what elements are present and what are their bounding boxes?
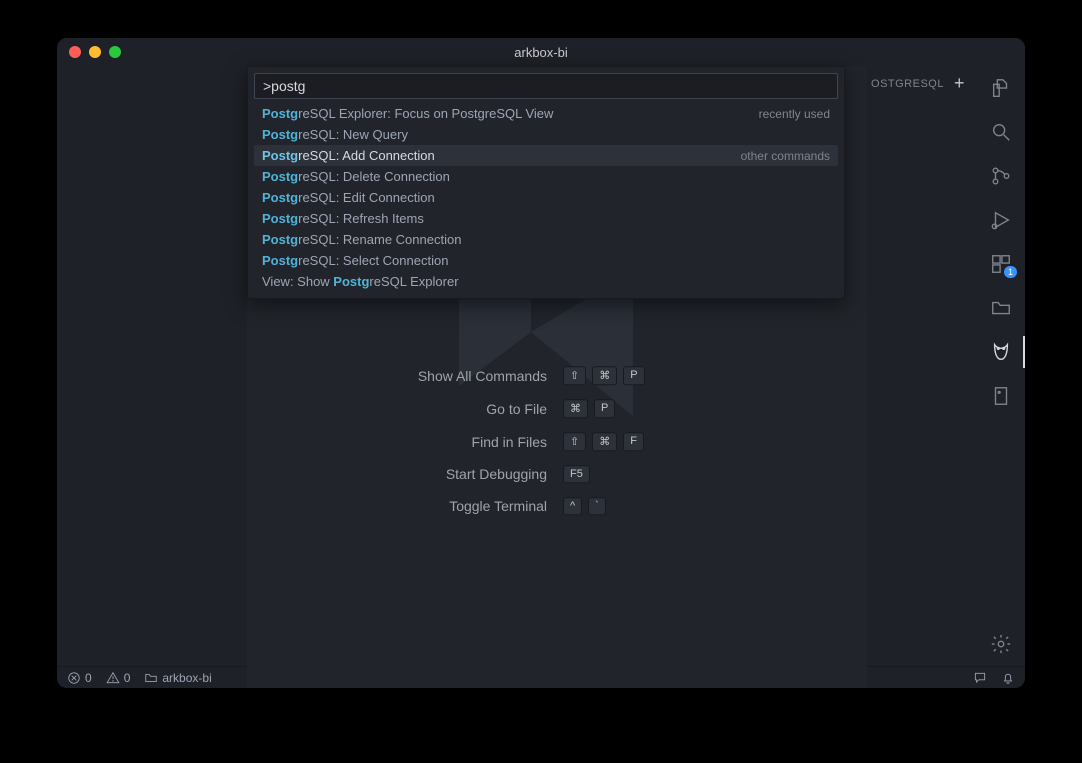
command-hint: other commands xyxy=(741,149,830,163)
status-errors[interactable]: 0 xyxy=(67,671,92,685)
shortcut-row: Show All Commands ⇧ ⌘ P xyxy=(347,366,767,385)
key: F5 xyxy=(563,465,590,483)
command-label: PostgreSQL Explorer: Focus on PostgreSQL… xyxy=(262,106,553,121)
welcome-shortcuts: Show All Commands ⇧ ⌘ P Go to File ⌘ P F xyxy=(247,366,867,515)
command-label: PostgreSQL: Rename Connection xyxy=(262,232,461,247)
source-control-icon[interactable] xyxy=(989,164,1013,188)
status-bell-icon[interactable] xyxy=(1001,671,1015,685)
command-label: PostgreSQL: Add Connection xyxy=(262,148,435,163)
key: ⌘ xyxy=(563,399,588,418)
titlebar: arkbox-bi xyxy=(57,38,1025,66)
command-hint: recently used xyxy=(759,107,830,121)
command-palette-item[interactable]: PostgreSQL: New Query xyxy=(254,124,838,145)
command-palette-input[interactable] xyxy=(263,78,829,94)
extensions-badge: 1 xyxy=(1004,266,1017,278)
folder-name: arkbox-bi xyxy=(162,671,211,685)
debug-icon[interactable] xyxy=(989,208,1013,232)
command-palette-item[interactable]: PostgreSQL: Select Connection xyxy=(254,250,838,271)
window-title: arkbox-bi xyxy=(57,45,1025,60)
warnings-count: 0 xyxy=(124,671,131,685)
add-connection-icon[interactable]: + xyxy=(954,73,965,94)
key: ` xyxy=(588,497,606,515)
window-minimize-button[interactable] xyxy=(89,46,101,58)
command-label: PostgreSQL: Select Connection xyxy=(262,253,448,268)
shortcut-row: Toggle Terminal ^ ` xyxy=(347,497,767,515)
sidebar-explorer xyxy=(57,66,247,666)
command-palette-item[interactable]: View: Show PostgreSQL Explorer xyxy=(254,271,838,292)
shortcut-label: Start Debugging xyxy=(347,466,547,482)
key: ⇧ xyxy=(563,366,586,385)
command-palette-item[interactable]: PostgreSQL: Edit Connection xyxy=(254,187,838,208)
shortcut-row: Start Debugging F5 xyxy=(347,465,767,483)
command-palette-item[interactable]: PostgreSQL: Rename Connection xyxy=(254,229,838,250)
shortcut-row: Find in Files ⇧ ⌘ F xyxy=(347,432,767,451)
search-icon[interactable] xyxy=(989,120,1013,144)
key: F xyxy=(623,432,644,451)
command-palette: PostgreSQL Explorer: Focus on PostgreSQL… xyxy=(247,66,845,299)
shortcut-label: Toggle Terminal xyxy=(347,498,547,514)
files-icon[interactable] xyxy=(989,76,1013,100)
command-label: PostgreSQL: Edit Connection xyxy=(262,190,435,205)
command-label: View: Show PostgreSQL Explorer xyxy=(262,274,459,289)
command-palette-item[interactable]: PostgreSQL: Delete Connection xyxy=(254,166,838,187)
panel-titlebar: OSTGRESQL + xyxy=(871,66,977,101)
status-folder[interactable]: arkbox-bi xyxy=(144,671,211,685)
postgresql-icon[interactable] xyxy=(989,340,1013,364)
editor-window: arkbox-bi OSTGRESQL + Show All Commands … xyxy=(57,38,1025,688)
command-label: PostgreSQL: New Query xyxy=(262,127,408,142)
shortcut-label: Show All Commands xyxy=(347,368,547,384)
command-label: PostgreSQL: Delete Connection xyxy=(262,169,450,184)
key: ^ xyxy=(563,497,582,515)
shortcut-label: Go to File xyxy=(347,401,547,417)
key: ⌘ xyxy=(592,432,617,451)
key: P xyxy=(623,366,644,385)
folder-icon[interactable] xyxy=(989,296,1013,320)
gear-icon[interactable] xyxy=(989,632,1013,656)
command-palette-item[interactable]: PostgreSQL: Add Connection other commands xyxy=(254,145,838,166)
key: ⇧ xyxy=(563,432,586,451)
extensions-icon[interactable]: 1 xyxy=(989,252,1013,276)
window-close-button[interactable] xyxy=(69,46,81,58)
bookmark-icon[interactable] xyxy=(989,384,1013,408)
panel-title-label: OSTGRESQL xyxy=(871,78,944,90)
status-warnings[interactable]: 0 xyxy=(106,671,131,685)
key: ⌘ xyxy=(592,366,617,385)
window-zoom-button[interactable] xyxy=(109,46,121,58)
command-palette-item[interactable]: PostgreSQL: Refresh Items xyxy=(254,208,838,229)
errors-count: 0 xyxy=(85,671,92,685)
shortcut-label: Find in Files xyxy=(347,434,547,450)
shortcut-row: Go to File ⌘ P xyxy=(347,399,767,418)
command-palette-item[interactable]: PostgreSQL Explorer: Focus on PostgreSQL… xyxy=(254,103,838,124)
status-feedback-icon[interactable] xyxy=(973,671,987,685)
activity-bar: 1 xyxy=(977,66,1025,666)
key: P xyxy=(594,399,615,418)
command-label: PostgreSQL: Refresh Items xyxy=(262,211,424,226)
